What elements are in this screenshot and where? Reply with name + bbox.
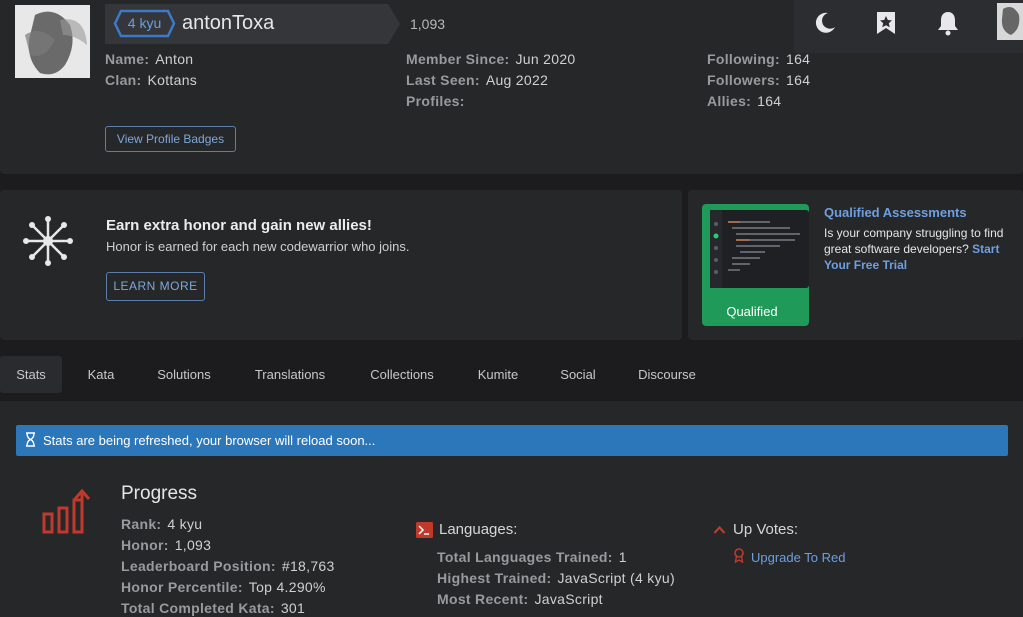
profile-allies-row[interactable]: Allies: 164 bbox=[707, 93, 781, 109]
upgrade-to-red-link[interactable]: Upgrade To Red bbox=[751, 550, 845, 565]
qualified-brand: Qualified bbox=[726, 304, 778, 319]
rank-key: Rank: bbox=[121, 516, 162, 532]
award-ribbon-icon bbox=[734, 548, 744, 563]
languages-recent-row: Most Recent: JavaScript bbox=[437, 591, 603, 607]
member-since-value: Jun 2020 bbox=[515, 51, 576, 67]
profile-last-seen-row: Last Seen: Aug 2022 bbox=[406, 72, 548, 88]
followers-key: Followers: bbox=[707, 72, 781, 88]
last-seen-key: Last Seen: bbox=[406, 72, 480, 88]
profile-name-key: Name: bbox=[105, 51, 150, 67]
tab-solutions[interactable]: Solutions bbox=[144, 356, 224, 393]
tab-translations[interactable]: Translations bbox=[240, 356, 340, 393]
profiles-key: Profiles: bbox=[406, 93, 465, 109]
languages-highest-row: Highest Trained: JavaScript (4 kyu) bbox=[437, 570, 675, 586]
network-burst-icon bbox=[22, 215, 74, 267]
profile-clan-value: Kottans bbox=[147, 72, 198, 88]
code-editor-preview bbox=[710, 210, 809, 288]
highest-trained-key: Highest Trained: bbox=[437, 570, 552, 586]
honor-key: Honor: bbox=[121, 537, 169, 553]
profile-clan-row: Clan: Kottans bbox=[105, 72, 197, 88]
percentile-value: Top 4.290% bbox=[248, 579, 326, 595]
ad-title[interactable]: Qualified Assessments bbox=[824, 205, 967, 220]
highest-trained-value: JavaScript (4 kyu) bbox=[557, 570, 675, 586]
honor-score: 1,093 bbox=[410, 16, 446, 32]
allies-value: 164 bbox=[757, 93, 782, 109]
tab-kumite[interactable]: Kumite bbox=[464, 356, 532, 393]
following-value: 164 bbox=[785, 51, 811, 67]
learn-more-button[interactable]: LEARN MORE bbox=[106, 272, 205, 301]
tab-discourse[interactable]: Discourse bbox=[624, 356, 710, 393]
profile-tabs: Stats Kata Solutions Translations Collec… bbox=[0, 356, 1023, 393]
referral-promo-panel bbox=[0, 190, 682, 340]
progress-completed-row: Total Completed Kata: 301 bbox=[121, 600, 305, 616]
rank-value: 4 kyu bbox=[167, 516, 203, 532]
languages-total-row: Total Languages Trained: 1 bbox=[437, 549, 627, 565]
completed-value: 301 bbox=[280, 600, 306, 616]
ad-text: Is your company struggling to find great… bbox=[824, 225, 1016, 273]
percentile-key: Honor Percentile: bbox=[121, 579, 243, 595]
promo-title: Earn extra honor and gain new allies! bbox=[106, 217, 372, 234]
profile-member-since-row: Member Since: Jun 2020 bbox=[406, 51, 576, 67]
profile-profiles-row: Profiles: bbox=[406, 93, 471, 109]
profile-following-row[interactable]: Following: 164 bbox=[707, 51, 810, 67]
rank-badge: 4 kyu bbox=[113, 9, 176, 38]
qualified-ad-image[interactable]: Qualified bbox=[702, 204, 809, 326]
progress-rank-row: Rank: 4 kyu bbox=[121, 516, 202, 532]
progress-leaderboard-row: Leaderboard Position: #18,763 bbox=[121, 558, 335, 574]
total-languages-value: 1 bbox=[618, 549, 627, 565]
languages-title: Languages: bbox=[439, 521, 518, 538]
member-since-key: Member Since: bbox=[406, 51, 510, 67]
nav-avatar[interactable] bbox=[997, 3, 1023, 40]
refresh-notice: Stats are being refreshed, your browser … bbox=[16, 425, 1008, 456]
honor-value: 1,093 bbox=[174, 537, 212, 553]
tab-stats[interactable]: Stats bbox=[0, 356, 62, 393]
chevron-up-icon bbox=[713, 525, 726, 534]
username: antonToxa bbox=[182, 12, 275, 34]
promo-subtitle: Honor is earned for each new codewarrior… bbox=[106, 239, 410, 254]
upvotes-title: Up Votes: bbox=[733, 521, 799, 538]
most-recent-key: Most Recent: bbox=[437, 591, 529, 607]
total-languages-key: Total Languages Trained: bbox=[437, 549, 613, 565]
last-seen-value: Aug 2022 bbox=[485, 72, 549, 88]
tab-kata[interactable]: Kata bbox=[74, 356, 128, 393]
followers-value: 164 bbox=[786, 72, 811, 88]
progress-title: Progress bbox=[121, 483, 198, 504]
profile-clan-key: Clan: bbox=[105, 72, 142, 88]
profile-followers-row[interactable]: Followers: 164 bbox=[707, 72, 810, 88]
leaderboard-key: Leaderboard Position: bbox=[121, 558, 276, 574]
tab-collections[interactable]: Collections bbox=[356, 356, 448, 393]
completed-key: Total Completed Kata: bbox=[121, 600, 275, 616]
bell-icon[interactable] bbox=[936, 10, 960, 36]
following-key: Following: bbox=[707, 51, 780, 67]
most-recent-value: JavaScript bbox=[534, 591, 603, 607]
leaderboard-value: #18,763 bbox=[281, 558, 335, 574]
moon-icon[interactable] bbox=[814, 10, 838, 36]
profile-name-value: Anton bbox=[155, 51, 194, 67]
allies-key: Allies: bbox=[707, 93, 752, 109]
refresh-notice-text: Stats are being refreshed, your browser … bbox=[43, 433, 376, 448]
tab-social[interactable]: Social bbox=[548, 356, 608, 393]
rank-badge-label: 4 kyu bbox=[127, 15, 162, 31]
progress-percentile-row: Honor Percentile: Top 4.290% bbox=[121, 579, 326, 595]
profile-name-row: Name: Anton bbox=[105, 51, 193, 67]
terminal-icon bbox=[416, 522, 433, 538]
progress-honor-row: Honor: 1,093 bbox=[121, 537, 211, 553]
hourglass-icon bbox=[26, 432, 35, 447]
bar-chart-up-icon bbox=[42, 488, 96, 536]
avatar[interactable] bbox=[15, 5, 90, 78]
view-profile-badges-button[interactable]: View Profile Badges bbox=[105, 126, 236, 152]
bookmark-star-icon[interactable] bbox=[874, 10, 898, 36]
